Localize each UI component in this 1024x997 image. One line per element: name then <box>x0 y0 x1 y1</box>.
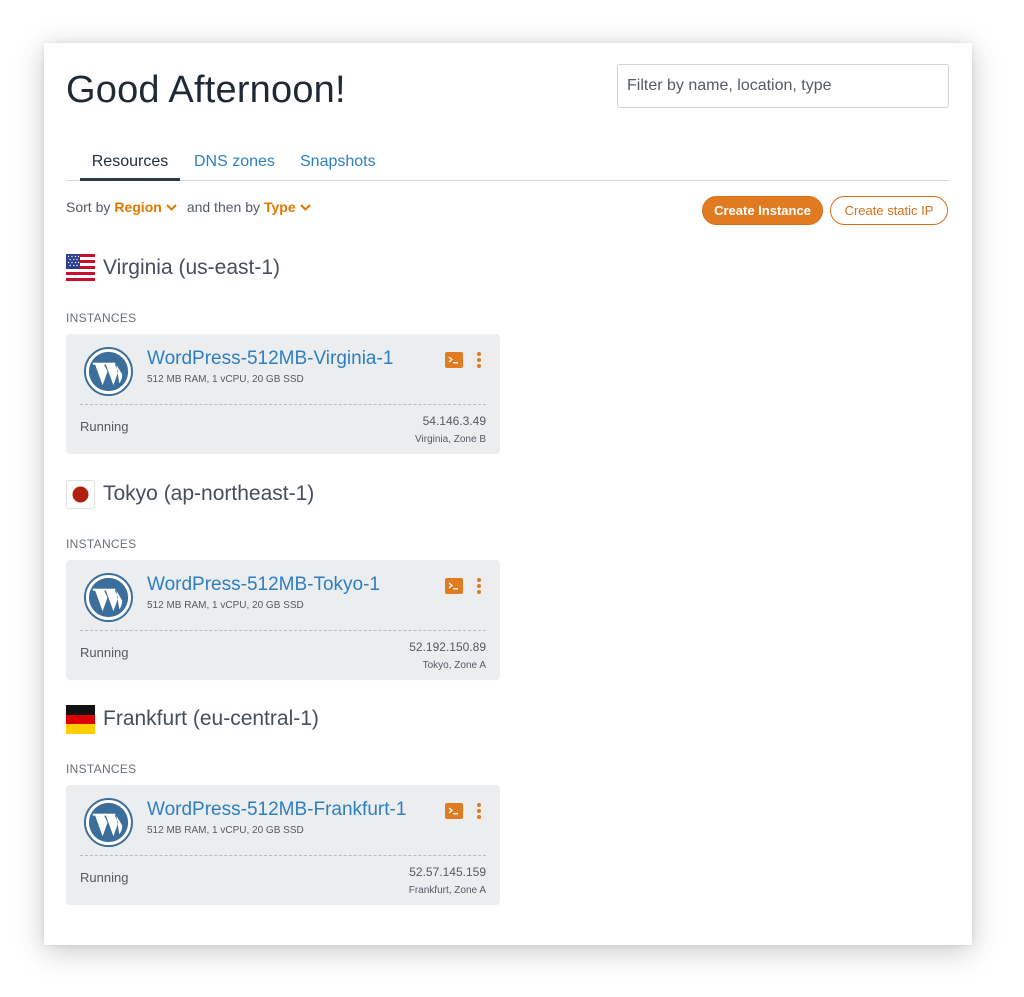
region-group-frankfurt: Frankfurt (eu-central-1) INSTANCES WordP… <box>66 703 500 905</box>
region-name: Virginia (us-east-1) <box>103 256 281 279</box>
japan-flag-icon <box>66 479 95 509</box>
sort-controls: Sort by Region and then by Type <box>66 199 315 215</box>
tab-resources[interactable]: Resources <box>80 153 180 181</box>
tab-snapshots[interactable]: Snapshots <box>300 153 376 181</box>
sort-secondary-label: Type <box>263 199 296 215</box>
tab-dns-zones[interactable]: DNS zones <box>194 153 275 181</box>
region-group-virginia: Virginia (us-east-1) INSTANCES WordPress… <box>66 252 500 454</box>
region-name: Frankfurt (eu-central-1) <box>103 707 319 730</box>
section-label-instances: INSTANCES <box>66 311 137 325</box>
page-title: Good Afternoon! <box>66 69 346 111</box>
instance-zone: Frankfurt, Zone A <box>408 885 486 896</box>
instance-ip: 52.57.145.159 <box>409 865 486 879</box>
instance-name-link[interactable]: WordPress-512MB-Tokyo-1 <box>147 574 413 596</box>
instance-ip: 54.146.3.49 <box>422 414 486 428</box>
sort-secondary-dropdown[interactable]: Type <box>264 199 311 215</box>
instance-zone: Virginia, Zone B <box>415 434 486 445</box>
sort-prefix: Sort by <box>66 199 111 215</box>
section-label-instances: INSTANCES <box>66 762 137 776</box>
chevron-down-icon <box>299 203 311 211</box>
instance-status: Running <box>80 870 129 885</box>
wordpress-logo-icon <box>84 798 133 847</box>
instance-card[interactable]: WordPress-512MB-Tokyo-1 512 MB RAM, 1 vC… <box>66 560 500 680</box>
more-options-icon[interactable] <box>476 577 482 595</box>
card-divider <box>80 404 486 405</box>
instance-ip: 52.192.150.89 <box>409 640 486 654</box>
card-divider <box>80 630 486 631</box>
instance-card[interactable]: WordPress-512MB-Virginia-1 512 MB RAM, 1… <box>66 334 500 454</box>
create-static-ip-button[interactable]: Create static IP <box>830 196 948 225</box>
sort-primary-label: Region <box>114 199 162 215</box>
instance-status: Running <box>80 645 129 660</box>
sort-primary-dropdown[interactable]: Region <box>114 199 177 215</box>
region-name: Tokyo (ap-northeast-1) <box>103 482 315 505</box>
tab-bar: Resources DNS zones Snapshots <box>66 147 949 181</box>
region-group-tokyo: Tokyo (ap-northeast-1) INSTANCES WordPre… <box>66 478 500 680</box>
instance-specs: 512 MB RAM, 1 vCPU, 20 GB SSD <box>147 825 304 836</box>
instance-name-link[interactable]: WordPress-512MB-Virginia-1 <box>147 348 413 370</box>
section-label-instances: INSTANCES <box>66 537 137 551</box>
germany-flag-icon <box>66 704 95 734</box>
instance-specs: 512 MB RAM, 1 vCPU, 20 GB SSD <box>147 600 304 611</box>
instance-name-link[interactable]: WordPress-512MB-Frankfurt-1 <box>147 799 413 821</box>
page-card: Good Afternoon! Resources DNS zones Snap… <box>44 43 972 945</box>
more-options-icon[interactable] <box>476 802 482 820</box>
chevron-down-icon <box>166 203 177 211</box>
region-header: Tokyo (ap-northeast-1) <box>66 478 500 510</box>
region-header: Frankfurt (eu-central-1) <box>66 703 500 735</box>
sort-middle: and then by <box>186 199 260 215</box>
terminal-connect-icon[interactable] <box>445 352 463 368</box>
terminal-connect-icon[interactable] <box>445 803 463 819</box>
region-header: Virginia (us-east-1) <box>66 252 500 284</box>
wordpress-logo-icon <box>84 573 133 622</box>
instance-zone: Tokyo, Zone A <box>422 660 486 671</box>
wordpress-logo-icon <box>84 347 133 396</box>
terminal-connect-icon[interactable] <box>445 578 463 594</box>
instance-specs: 512 MB RAM, 1 vCPU, 20 GB SSD <box>147 374 304 385</box>
instance-status: Running <box>80 419 129 434</box>
instance-card[interactable]: WordPress-512MB-Frankfurt-1 512 MB RAM, … <box>66 785 500 905</box>
filter-input[interactable] <box>617 64 949 108</box>
us-flag-icon <box>66 253 95 283</box>
more-options-icon[interactable] <box>476 351 482 369</box>
card-divider <box>80 855 486 856</box>
create-instance-button[interactable]: Create Instance <box>702 196 823 225</box>
